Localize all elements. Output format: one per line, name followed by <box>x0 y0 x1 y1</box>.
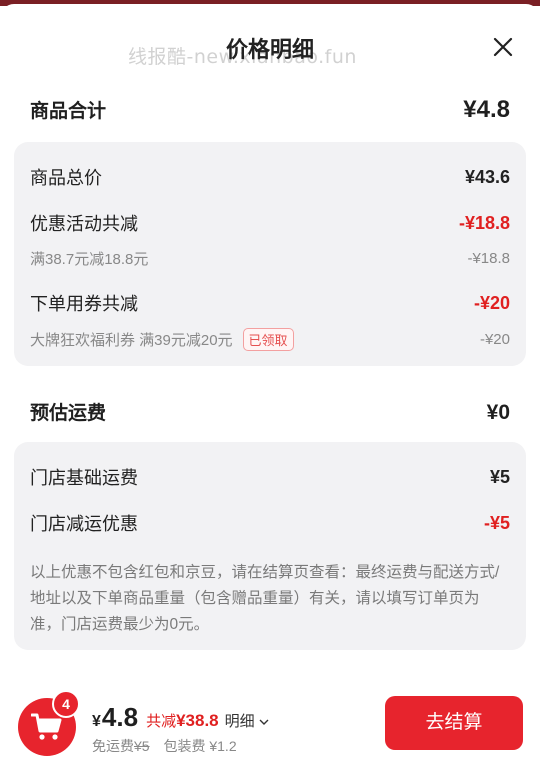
coupon-sub-row: 大牌狂欢福利券 满39元减20元 已领取 -¥20 <box>30 328 510 351</box>
goods-total-row: 商品合计 ¥4.8 <box>30 96 510 124</box>
coupon-row: 下单用券共减 -¥20 <box>30 290 510 316</box>
goods-breakdown-card: 商品总价 ¥43.6 优惠活动共减 -¥18.8 满38.7元减18.8元 -¥… <box>14 142 526 366</box>
chevron-down-icon <box>259 719 269 725</box>
coupon-label: 下单用券共减 <box>30 294 138 314</box>
footer-fees: 免运费¥5 包装费 ¥1.2 <box>92 736 237 756</box>
detail-label: 明细 <box>224 713 255 730</box>
price-detail-sheet: 线报酷-new.xianbao.fun 价格明细 商品合计 ¥4.8 商品总价 … <box>0 4 540 776</box>
goods-total-value: ¥4.8 <box>463 96 510 123</box>
shipping-total-value: ¥0 <box>486 401 510 424</box>
coupon-sub-label: 大牌狂欢福利券 满39元减20元 <box>30 332 233 349</box>
free-shipping-original: ¥5 <box>134 738 150 754</box>
close-icon[interactable] <box>490 34 516 60</box>
detail-toggle[interactable]: 明细 <box>225 710 269 731</box>
goods-total-label: 商品合计 <box>30 101 107 122</box>
checkout-bar: 4 ¥ 4.8 共减¥38.8 明细 免运费¥5 包装费 ¥1.2 去结算 <box>0 684 540 776</box>
cart-count-badge: 4 <box>52 690 80 718</box>
footer-savings: 共减¥38.8 <box>146 710 219 731</box>
footer-total-value: 4.8 <box>101 702 139 732</box>
shipping-discount-value: -¥5 <box>483 512 510 533</box>
promo-sub-label: 满38.7元减18.8元 <box>30 251 149 268</box>
promo-value: -¥18.8 <box>458 212 510 233</box>
shipping-total-label: 预估运费 <box>30 403 107 424</box>
checkout-button[interactable]: 去结算 <box>385 696 523 750</box>
footer-savings-value: ¥38.8 <box>176 711 219 730</box>
footer-savings-prefix: 共减 <box>146 713 177 730</box>
shipping-discount-label: 门店减运优惠 <box>30 514 138 534</box>
footer-currency: ¥ <box>92 713 101 730</box>
shipping-base-label: 门店基础运费 <box>30 468 138 488</box>
coupon-value: -¥20 <box>473 292 510 313</box>
original-price-value: ¥43.6 <box>464 166 510 187</box>
free-shipping-label: 免运费 <box>92 738 134 754</box>
shipping-note: 以上优惠不包含红包和京豆，请在结算页查看：最终运费与配送方式/地址以及下单商品重… <box>30 564 500 633</box>
original-price-label: 商品总价 <box>30 168 102 188</box>
cart-icon <box>31 713 62 740</box>
sheet-title: 价格明细 <box>225 37 314 62</box>
shipping-discount-row: 门店减运优惠 -¥5 <box>30 510 510 536</box>
shipping-base-value: ¥5 <box>489 466 510 487</box>
promo-sub-row: 满38.7元减18.8元 -¥18.8 <box>30 248 510 269</box>
shipping-base-row: 门店基础运费 ¥5 <box>30 464 510 490</box>
footer-total: ¥ 4.8 共减¥38.8 明细 <box>92 702 269 733</box>
shipping-total-row: 预估运费 ¥0 <box>30 398 510 425</box>
original-price-row: 商品总价 ¥43.6 <box>30 164 510 190</box>
promo-sub-value: -¥18.8 <box>467 250 510 267</box>
coupon-claimed-badge: 已领取 <box>242 328 294 351</box>
promo-row: 优惠活动共减 -¥18.8 <box>30 210 510 236</box>
promo-label: 优惠活动共减 <box>30 214 138 234</box>
packing-fee: 包装费 ¥1.2 <box>163 738 237 754</box>
coupon-sub-value: -¥20 <box>479 331 510 348</box>
shipping-breakdown-card: 门店基础运费 ¥5 门店减运优惠 -¥5 以上优惠不包含红包和京豆，请在结算页查… <box>14 442 526 650</box>
